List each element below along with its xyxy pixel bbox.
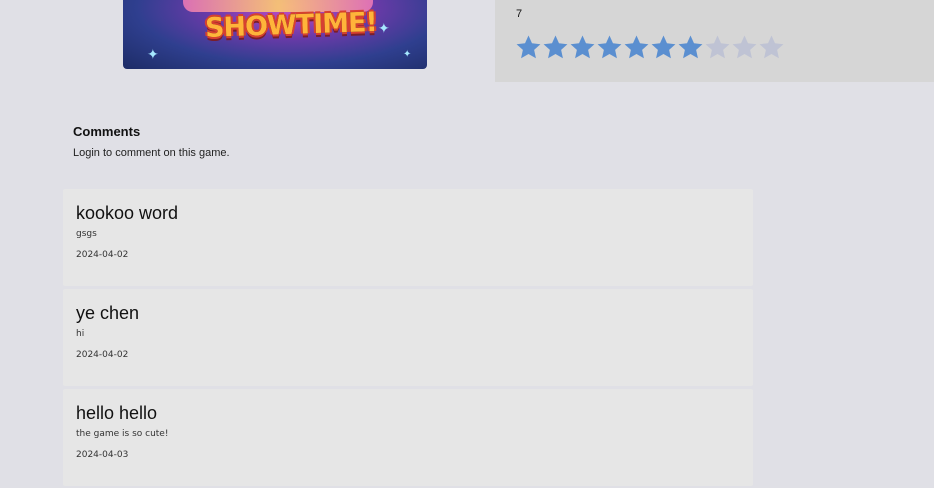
comments-heading: Comments — [73, 124, 141, 139]
comment-body: the game is so cute! — [76, 429, 169, 439]
star-rating[interactable] — [515, 33, 785, 61]
comment-body: hi — [76, 329, 85, 339]
star-filled-icon[interactable] — [596, 33, 623, 61]
star-empty-icon[interactable] — [758, 33, 785, 61]
star-empty-icon[interactable] — [704, 33, 731, 61]
cover-logo-text: SHOWTIME! — [204, 6, 378, 44]
comment-author: ye chen — [76, 303, 140, 323]
game-cover-image: SHOWTIME! ✦ ✦ ✦ — [123, 0, 427, 69]
comment-author: kookoo word — [76, 203, 179, 223]
star-filled-icon[interactable] — [542, 33, 569, 61]
star-empty-icon[interactable] — [731, 33, 758, 61]
comment-list: kookoo word gsgs 2024-04-02 ye chen hi 2… — [63, 189, 753, 488]
star-filled-icon[interactable] — [623, 33, 650, 61]
game-page: SHOWTIME! ✦ ✦ ✦ 7 Comments Login to comm… — [0, 0, 934, 488]
comment-date: 2024-04-03 — [76, 450, 129, 460]
comment-card: hello hello the game is so cute! 2024-04… — [63, 389, 753, 486]
rating-value: 7 — [516, 8, 523, 20]
star-filled-icon[interactable] — [677, 33, 704, 61]
comment-card: ye chen hi 2024-04-02 — [63, 289, 753, 386]
comment-card: kookoo word gsgs 2024-04-02 — [63, 189, 753, 286]
comment-date: 2024-04-02 — [76, 350, 129, 360]
star-filled-icon[interactable] — [569, 33, 596, 61]
comment-date: 2024-04-02 — [76, 250, 129, 260]
star-filled-icon[interactable] — [515, 33, 542, 61]
comment-author: hello hello — [76, 403, 158, 423]
sparkle-icon: ✦ — [378, 21, 390, 37]
comment-body: gsgs — [76, 229, 97, 239]
sparkle-icon: ✦ — [147, 47, 159, 63]
star-filled-icon[interactable] — [650, 33, 677, 61]
login-to-comment-text: Login to comment on this game. — [73, 147, 230, 159]
sparkle-icon: ✦ — [403, 49, 412, 60]
